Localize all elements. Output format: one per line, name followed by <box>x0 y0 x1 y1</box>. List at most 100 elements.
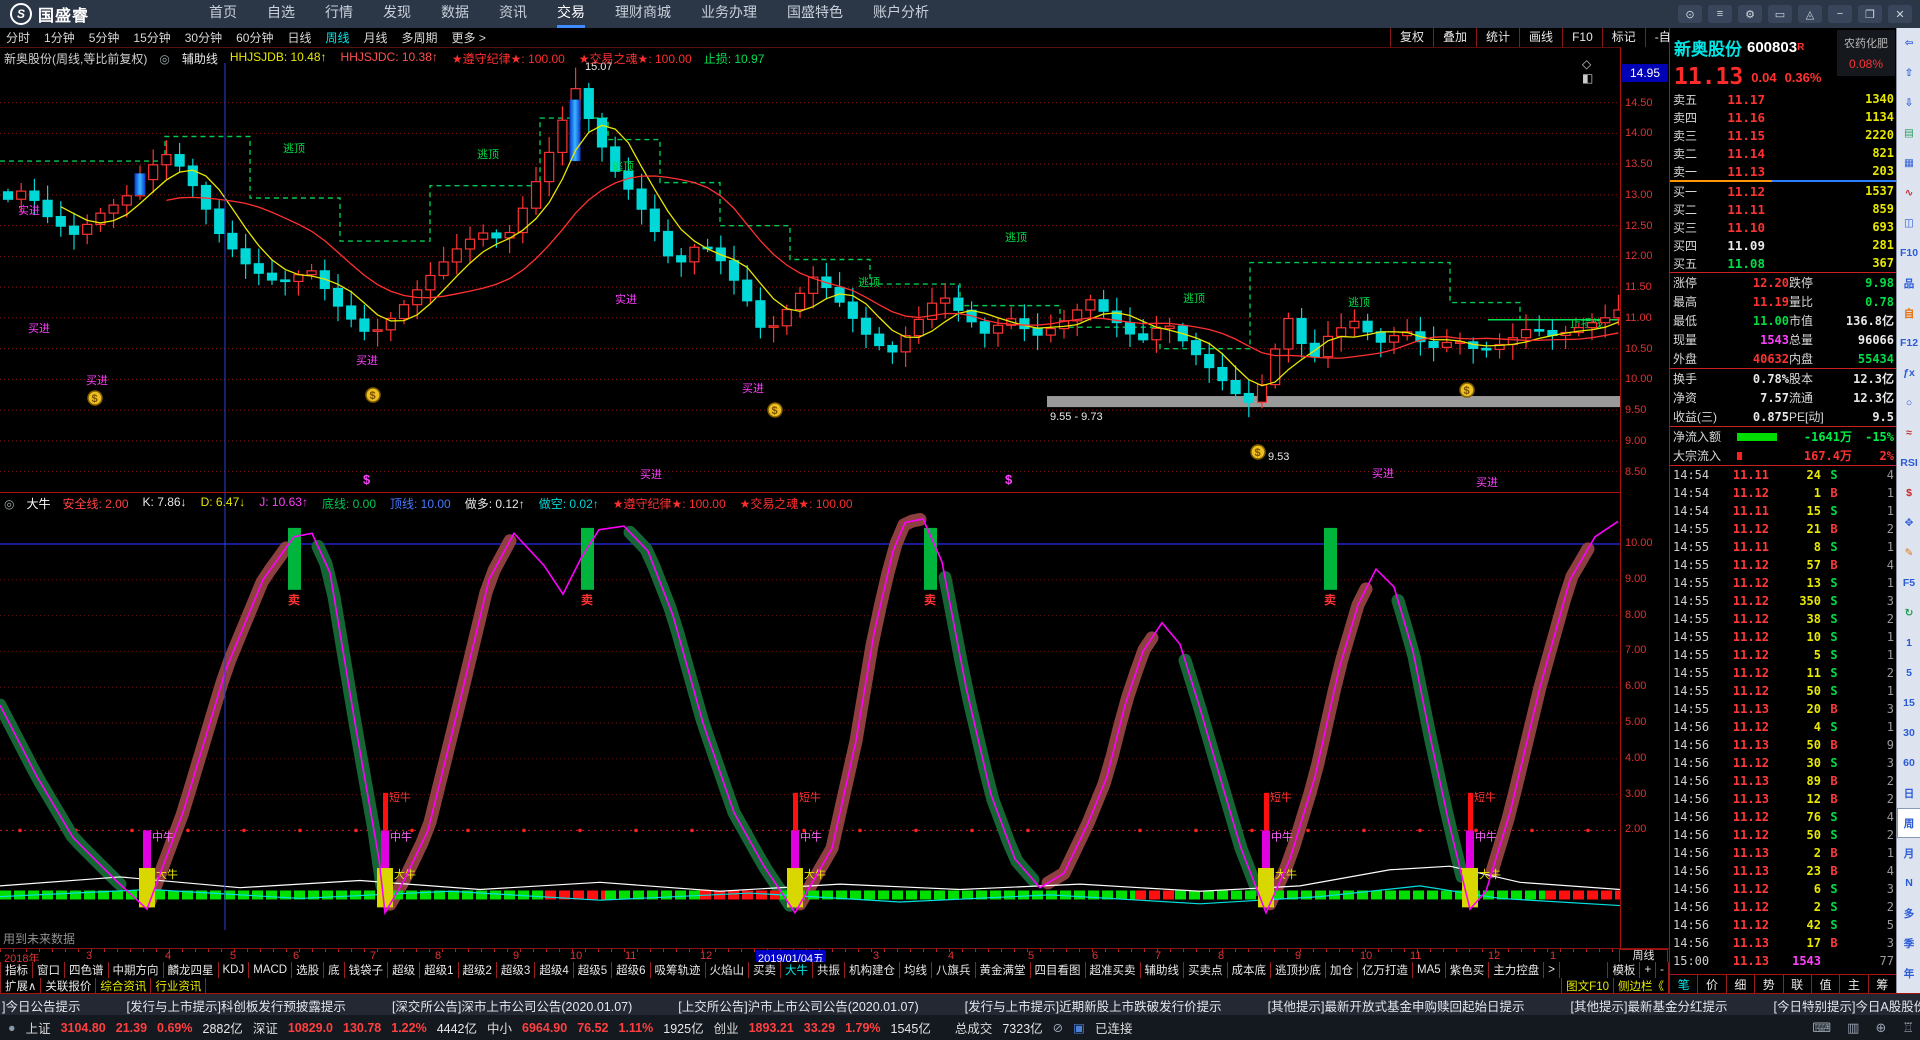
stock-name[interactable]: 新奥股份 <box>1674 35 1742 60</box>
period-15分钟[interactable]: 15分钟 <box>133 29 170 46</box>
strip-item-月[interactable]: 月 <box>1897 838 1920 868</box>
target-icon[interactable]: ⊕ <box>1875 1020 1886 1036</box>
strip-item-◫[interactable]: ◫ <box>1897 208 1920 238</box>
level-row[interactable]: 买四11.09281 <box>1670 236 1897 254</box>
index-name[interactable]: 上证 <box>26 1018 51 1037</box>
tools-icon[interactable]: ⚙ <box>1738 5 1762 23</box>
tab-中期方向[interactable]: 中期方向 <box>109 962 164 978</box>
tab-黄金满堂[interactable]: 黄金满堂 <box>976 962 1031 978</box>
toolbtn-统计[interactable]: 统计 <box>1476 28 1519 47</box>
toolbtn-复权[interactable]: 复权 <box>1390 28 1433 47</box>
quote-tab-细[interactable]: 细 <box>1727 975 1755 993</box>
tab-超级3[interactable]: 超级3 <box>497 962 535 978</box>
toolbtn-标记[interactable]: 标记 <box>1602 28 1645 47</box>
strip-item-15[interactable]: 15 <box>1897 688 1920 718</box>
chart-corner-icons[interactable]: ◇ ◧ <box>1582 57 1620 85</box>
tab-火焰山[interactable]: 火焰山 <box>706 962 750 978</box>
quote-tab-联[interactable]: 联 <box>1784 975 1812 993</box>
level-row[interactable]: 买三11.10693 <box>1670 218 1897 236</box>
strip-item-日[interactable]: 日 <box>1897 778 1920 808</box>
tab-机构建仓[interactable]: 机构建仓 <box>845 962 900 978</box>
period-周线[interactable]: 周线 <box>325 29 349 46</box>
quote-tab-主[interactable]: 主 <box>1840 975 1868 993</box>
period-分时[interactable]: 分时 <box>6 29 30 46</box>
tab-行业资讯[interactable]: 行业资讯 <box>151 978 206 993</box>
monitor-icon[interactable]: ▭ <box>1768 5 1792 23</box>
period-30分钟[interactable]: 30分钟 <box>185 29 222 46</box>
level-row[interactable]: 买一11.121537 <box>1670 182 1897 200</box>
tab-KDJ[interactable]: KDJ <box>219 962 250 978</box>
toolbtn-画线[interactable]: 画线 <box>1519 28 1562 47</box>
tab-共振[interactable]: 共振 <box>813 962 845 978</box>
tab-模板[interactable]: 模板 <box>1607 962 1640 978</box>
tab-均线[interactable]: 均线 <box>900 962 932 978</box>
level-row[interactable]: 卖三11.152220 <box>1670 126 1897 144</box>
strip-item-RSI[interactable]: RSI <box>1897 448 1920 478</box>
strip-item-F10[interactable]: F10 <box>1897 238 1920 268</box>
tab-超级6[interactable]: 超级6 <box>612 962 650 978</box>
toolbtn-F10[interactable]: F10 <box>1562 28 1602 47</box>
tab-辅助线[interactable]: 辅助线 <box>1141 962 1185 978</box>
strip-item-⇩[interactable]: ⇩ <box>1897 88 1920 118</box>
tab-超准买卖[interactable]: 超准买卖 <box>1086 962 1141 978</box>
tab-八旗兵[interactable]: 八旗兵 <box>932 962 976 978</box>
tab->[interactable]: > <box>1544 962 1560 978</box>
menu-item-行情[interactable]: 行情 <box>325 0 353 28</box>
strip-item-ƒx[interactable]: ƒx <box>1897 358 1920 388</box>
strip-item-▦[interactable]: ▦ <box>1897 148 1920 178</box>
main-candlestick-chart[interactable]: 新奥股份(周线,等比前复权) ◎ 辅助线 HHJSJDB: 10.48↑HHJS… <box>0 47 1620 492</box>
strip-item-↻[interactable]: ↻ <box>1897 598 1920 628</box>
level-row[interactable]: 买二11.11859 <box>1670 200 1897 218</box>
strip-item-60[interactable]: 60 <box>1897 748 1920 778</box>
tab-四色谱[interactable]: 四色谱 <box>65 962 109 978</box>
strip-item-品[interactable]: 品 <box>1897 268 1920 298</box>
strip-item-○[interactable]: ○ <box>1897 388 1920 418</box>
period-60分钟[interactable]: 60分钟 <box>236 29 273 46</box>
tab-买卖[interactable]: 买卖 <box>749 962 781 978</box>
menu-item-首页[interactable]: 首页 <box>209 0 237 28</box>
tab-成本底[interactable]: 成本底 <box>1228 962 1272 978</box>
strip-item-∿[interactable]: ∿ <box>1897 178 1920 208</box>
quote-tab-笔[interactable]: 笔 <box>1670 975 1698 993</box>
strip-item-▤[interactable]: ▤ <box>1897 118 1920 148</box>
strip-item-≈[interactable]: ≈ <box>1897 418 1920 448</box>
menu-item-理财商城[interactable]: 理财商城 <box>615 0 671 28</box>
menu-item-业务办理[interactable]: 业务办理 <box>701 0 757 28</box>
tab-MACD[interactable]: MACD <box>249 962 292 978</box>
period-1分钟[interactable]: 1分钟 <box>44 29 75 46</box>
tab-加仓[interactable]: 加仓 <box>1326 962 1358 978</box>
quote-tab-价[interactable]: 价 <box>1698 975 1726 993</box>
strip-item-自[interactable]: 自 <box>1897 298 1920 328</box>
minimize-button[interactable]: − <box>1828 5 1852 23</box>
strip-item-周[interactable]: 周 <box>1897 808 1920 838</box>
menu-item-交易[interactable]: 交易 <box>557 0 585 28</box>
strip-item-F5[interactable]: F5 <box>1897 568 1920 598</box>
tab-MA5[interactable]: MA5 <box>1413 962 1446 978</box>
strip-item-$[interactable]: $ <box>1897 478 1920 508</box>
strip-item-N[interactable]: N <box>1897 868 1920 898</box>
menu-item-数据[interactable]: 数据 <box>441 0 469 28</box>
period-多周期[interactable]: 多周期 <box>402 29 438 46</box>
sub-indicator-chart[interactable]: ◎ 大牛 安全线: 2.00K: 7.86↓D: 6.47↓J: 10.63↑底… <box>0 492 1620 931</box>
period-更多 >[interactable]: 更多 > <box>452 29 486 46</box>
level-row[interactable]: 卖五11.171340 <box>1670 90 1897 108</box>
tab-指标[interactable]: 指标 <box>0 962 33 978</box>
level-row[interactable]: 买五11.08367 <box>1670 254 1897 272</box>
tab-选股[interactable]: 选股 <box>292 962 324 978</box>
tab-超级4[interactable]: 超级4 <box>535 962 573 978</box>
index-name[interactable]: 中小 <box>487 1018 512 1037</box>
strip-item-✎[interactable]: ✎ <box>1897 538 1920 568</box>
toolbtn-叠加[interactable]: 叠加 <box>1433 28 1476 47</box>
menu-item-发现[interactable]: 发现 <box>383 0 411 28</box>
strip-item-多[interactable]: 多 <box>1897 898 1920 928</box>
maximize-button[interactable]: ❐ <box>1858 5 1882 23</box>
menu-item-资讯[interactable]: 资讯 <box>499 0 527 28</box>
tab-四目看图[interactable]: 四目看图 <box>1031 962 1086 978</box>
sector-box[interactable]: 农药化肥 0.08% <box>1837 30 1895 76</box>
menu-item-国盛特色[interactable]: 国盛特色 <box>787 0 843 28</box>
tab-大牛[interactable]: 大牛 <box>781 962 813 978</box>
keyboard-icon[interactable]: ⌨ <box>1812 1020 1831 1036</box>
tab-买卖点[interactable]: 买卖点 <box>1184 962 1228 978</box>
tab-超级1[interactable]: 超级1 <box>420 962 458 978</box>
tab-超级[interactable]: 超级 <box>388 962 420 978</box>
